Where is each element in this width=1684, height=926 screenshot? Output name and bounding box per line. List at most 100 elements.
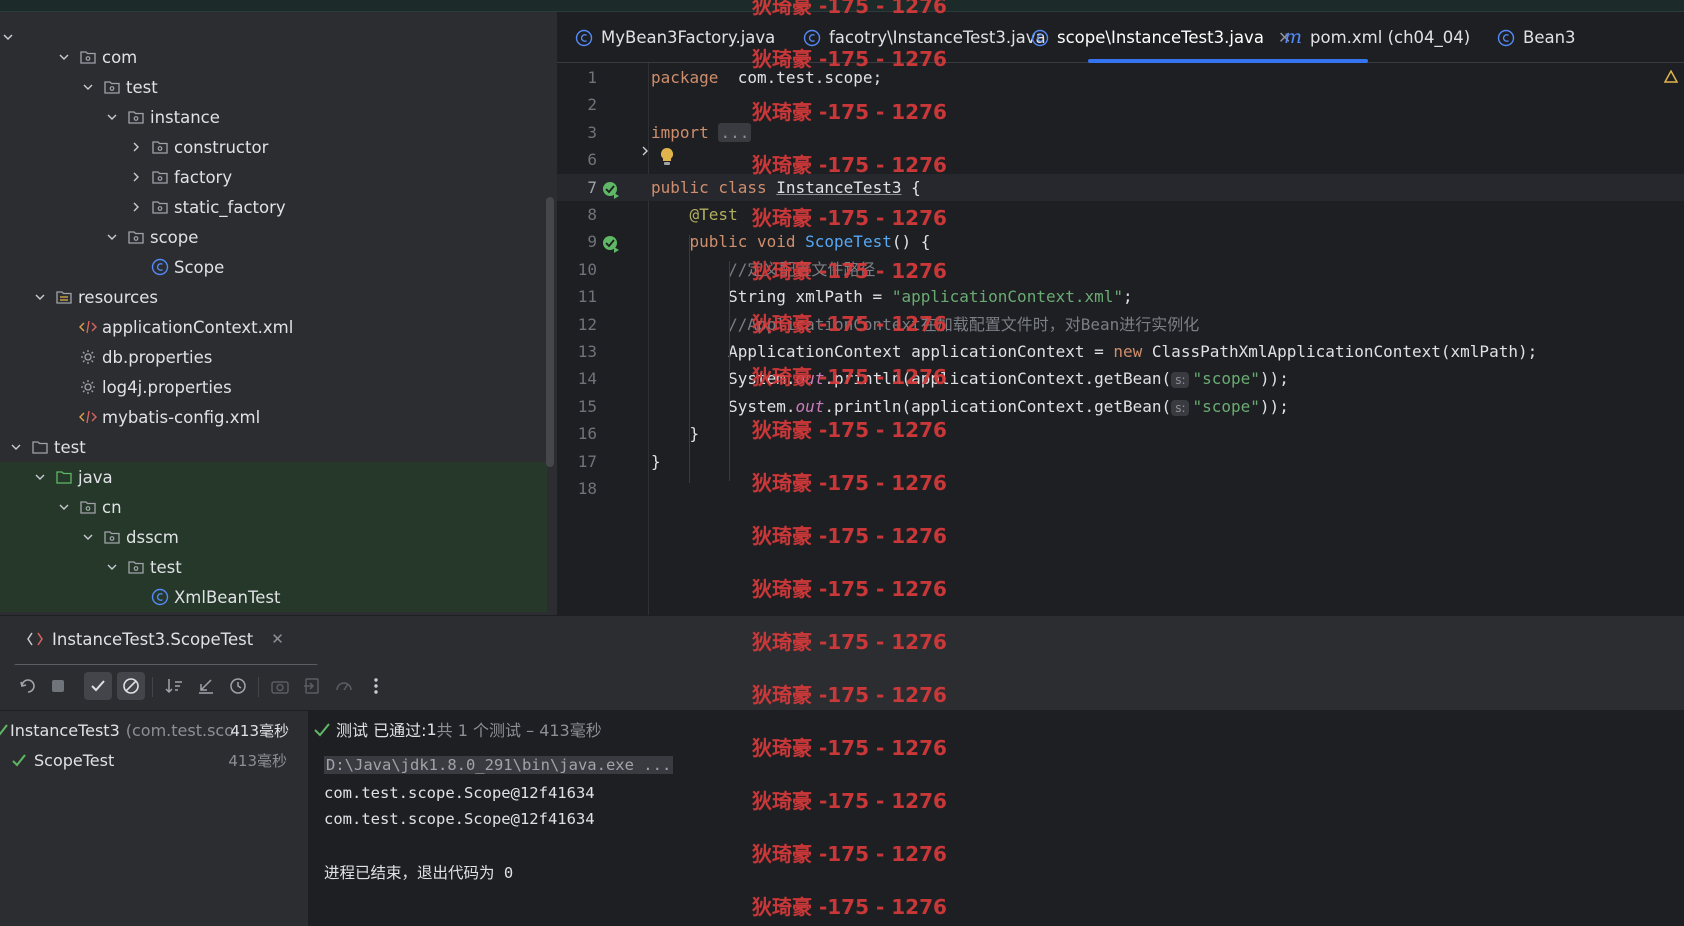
status-prefix: 测试 已通过: bbox=[336, 721, 427, 740]
line-number: 12 bbox=[577, 314, 597, 334]
rerun-failed-icon[interactable] bbox=[14, 672, 42, 700]
tree-item-resources[interactable]: resources bbox=[0, 282, 547, 312]
show-ignored-icon[interactable] bbox=[117, 672, 145, 700]
tab-label: scope\InstanceTest3.java bbox=[1057, 28, 1264, 47]
package-icon bbox=[100, 72, 124, 102]
tree-item-java[interactable]: java bbox=[0, 462, 547, 492]
tree-item-test[interactable]: test bbox=[0, 552, 547, 582]
stop-icon[interactable] bbox=[44, 672, 72, 700]
tree-item-mybatis-config-xml[interactable]: mybatis-config.xml bbox=[0, 402, 547, 432]
tree-item-label: resources bbox=[78, 287, 158, 307]
tab-pom-xml-ch04-04-[interactable]: m pom.xml (ch04_04) bbox=[1284, 12, 1470, 63]
tab-mybean3factory-java[interactable]: MyBean3Factory.java bbox=[575, 12, 775, 63]
code-line: 7 public class InstanceTest3 { bbox=[557, 173, 1684, 201]
tree-item-instance[interactable]: instance bbox=[0, 102, 547, 132]
watermark-text: 狄琦豪 -175 - 1276 bbox=[752, 736, 947, 760]
chevron-down-icon[interactable] bbox=[52, 42, 76, 72]
line-number: 11 bbox=[577, 287, 597, 307]
lightbulb-icon[interactable] bbox=[659, 147, 675, 167]
watermark-text: 狄琦豪 -175 - 1276 bbox=[752, 895, 947, 919]
tree-item-constructor[interactable]: constructor bbox=[0, 132, 547, 162]
chevron-down-icon[interactable] bbox=[52, 492, 76, 522]
class-icon bbox=[148, 252, 172, 282]
tree-item-label: factory bbox=[174, 167, 233, 187]
code-text: System.out.println(applicationContext.ge… bbox=[651, 369, 1289, 389]
line-number: 17 bbox=[577, 451, 597, 471]
tree-item-static-factory[interactable]: static_factory bbox=[0, 192, 547, 222]
run-tab[interactable]: InstanceTest3.ScopeTest ✕ bbox=[26, 616, 284, 662]
code-text: } bbox=[651, 451, 661, 471]
more-options-icon[interactable] bbox=[362, 672, 390, 700]
tree-item-label: instance bbox=[150, 107, 220, 127]
tree-item-db-properties[interactable]: db.properties bbox=[0, 342, 547, 372]
tree-item-cn[interactable]: cn bbox=[0, 492, 547, 522]
code-line: 6 bbox=[557, 146, 1684, 173]
tree-item-dsscm[interactable]: dsscm bbox=[0, 522, 547, 552]
tree-item-applicationcontext-xml[interactable]: applicationContext.xml bbox=[0, 312, 547, 342]
tree-item-label: java bbox=[78, 467, 113, 487]
sort-icon[interactable] bbox=[160, 672, 188, 700]
close-icon[interactable]: ✕ bbox=[271, 630, 284, 648]
tree-item-label: test bbox=[126, 77, 158, 97]
chevron-right-icon[interactable] bbox=[124, 162, 148, 192]
camera-icon[interactable] bbox=[266, 672, 294, 700]
code-line: 11 String xmlPath = "applicationContext.… bbox=[557, 283, 1684, 310]
folder-icon bbox=[28, 432, 52, 462]
console-output[interactable]: 测试 已通过: 1 共 1 个测试 – 413毫秒 D:\Java\jdk1.8… bbox=[310, 711, 1684, 926]
tree-item-xmlbeantest[interactable]: XmlBeanTest bbox=[0, 582, 547, 612]
tree-item-label: constructor bbox=[174, 137, 269, 157]
tree-item-factory[interactable]: factory bbox=[0, 162, 547, 192]
tree-item-label: static_factory bbox=[174, 197, 286, 217]
chevron-right-icon[interactable] bbox=[124, 192, 148, 222]
tree-item-label: com bbox=[102, 47, 138, 67]
history-icon[interactable] bbox=[224, 672, 252, 700]
chevron-down-icon[interactable] bbox=[100, 222, 124, 252]
watermark-text: 狄琦豪 -175 - 1276 bbox=[752, 206, 947, 230]
xml-icon bbox=[76, 312, 100, 342]
tree-item-scope[interactable]: Scope bbox=[0, 252, 547, 282]
chevron-down-icon[interactable] bbox=[100, 102, 124, 132]
test-case-row[interactable]: ScopeTest 413毫秒 bbox=[0, 745, 309, 775]
watermark-text: 狄琦豪 -175 - 1276 bbox=[752, 577, 947, 601]
package-icon bbox=[100, 522, 124, 552]
warning-icon[interactable] bbox=[1663, 69, 1679, 88]
tab-scope-instancetest3-java[interactable]: scope\InstanceTest3.java ✕ bbox=[1031, 12, 1291, 63]
import-tests-icon[interactable] bbox=[192, 672, 220, 700]
status-summary: 共 1 个测试 – 413毫秒 bbox=[436, 721, 602, 740]
show-passed-icon[interactable] bbox=[84, 672, 112, 700]
tree-item-test[interactable]: test bbox=[0, 72, 547, 102]
chevron-down-icon[interactable] bbox=[28, 462, 52, 492]
coverage-icon[interactable] bbox=[330, 672, 358, 700]
line-number: 9 bbox=[587, 232, 597, 252]
package-icon bbox=[124, 102, 148, 132]
code-text: String xmlPath = "applicationContext.xml… bbox=[651, 287, 1133, 307]
code-editor[interactable]: 1 package com.test.scope; 2 3 import ... 6 7 pu… bbox=[557, 63, 1684, 615]
tree-scrollbar[interactable] bbox=[546, 197, 554, 467]
package-icon bbox=[124, 552, 148, 582]
line-number: 16 bbox=[577, 424, 597, 444]
chevron-down-icon[interactable] bbox=[76, 72, 100, 102]
package-icon bbox=[148, 162, 172, 192]
tab-bean3[interactable]: Bean3 bbox=[1497, 12, 1576, 63]
tree-item-log4j-properties[interactable]: log4j.properties bbox=[0, 372, 547, 402]
test-suite-row[interactable]: InstanceTest3 (com.test.sco 413毫秒 bbox=[0, 715, 309, 745]
tree-item-test[interactable]: test bbox=[0, 432, 547, 462]
package-icon bbox=[124, 222, 148, 252]
chevron-down-icon[interactable] bbox=[28, 282, 52, 312]
chevron-down-icon[interactable] bbox=[4, 432, 28, 462]
fold-chevron-icon[interactable] bbox=[639, 145, 651, 157]
indent-guide bbox=[689, 235, 690, 483]
chevron-down-icon[interactable] bbox=[100, 552, 124, 582]
run-test-icon[interactable] bbox=[601, 234, 621, 254]
code-line: 12 //ApplicationContext在加载配置文件时，对Bean进行实… bbox=[557, 311, 1684, 338]
chevron-down-icon[interactable] bbox=[76, 522, 100, 552]
tree-item-com[interactable]: com bbox=[0, 42, 547, 72]
run-test-icon[interactable] bbox=[601, 180, 621, 200]
chevron-right-icon[interactable] bbox=[124, 132, 148, 162]
export-icon[interactable] bbox=[298, 672, 326, 700]
tree-item-scope[interactable]: scope bbox=[0, 222, 547, 252]
test-case-label: ScopeTest bbox=[34, 750, 115, 770]
line-number: 6 bbox=[587, 150, 597, 170]
